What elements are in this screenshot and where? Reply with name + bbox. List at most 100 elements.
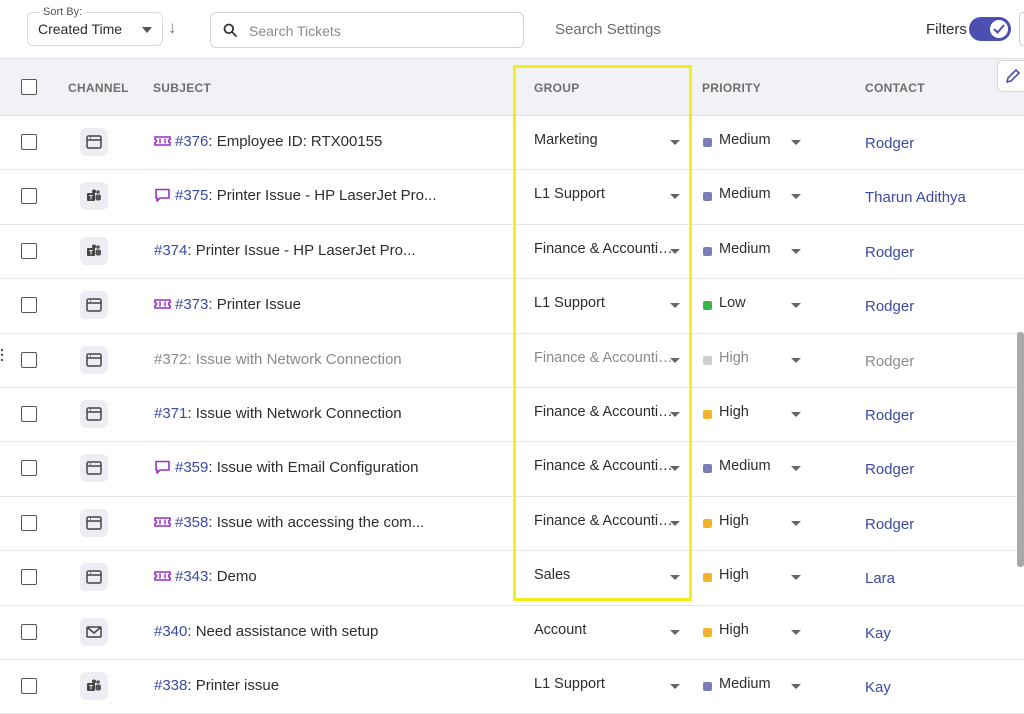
row-checkbox[interactable] [21,134,37,150]
row-checkbox[interactable] [21,405,37,422]
priority-select[interactable]: High [719,513,749,529]
contact-link[interactable]: Lara [865,570,895,587]
chevron-down-icon[interactable] [791,466,801,472]
row-checkbox[interactable] [21,242,37,259]
search-settings-link[interactable]: Search Settings [555,21,661,38]
chevron-down-icon[interactable] [670,248,680,254]
row-checkbox[interactable] [21,188,37,205]
column-header-channel[interactable]: CHANNEL [68,81,129,95]
chevron-down-icon[interactable] [670,303,680,309]
table-row[interactable]: #340: Need assistance with setup Account H… [0,606,1024,660]
chevron-down-icon[interactable] [670,575,680,581]
priority-select[interactable]: High [719,622,749,638]
group-select[interactable]: Marketing [534,132,674,148]
contact-link[interactable]: Rodger [865,353,914,370]
ticket-subject-link[interactable]: #343: Demo [154,568,257,585]
row-checkbox[interactable] [21,623,37,640]
table-row[interactable]: #372: Issue with Network Connection Finan… [0,334,1024,388]
chevron-down-icon[interactable] [791,248,801,254]
priority-select[interactable]: Medium [719,676,771,692]
chevron-down-icon[interactable] [670,683,680,689]
chevron-down-icon[interactable] [791,303,801,309]
group-select[interactable]: Finance & Accounting [534,513,674,529]
priority-select[interactable]: Medium [719,186,771,202]
chevron-down-icon[interactable] [670,466,680,472]
group-select[interactable]: L1 Support [534,186,674,202]
more-button[interactable] [1019,12,1024,46]
group-select[interactable]: Finance & Accounting [534,404,674,420]
table-row[interactable]: #376: Employee ID: RTX00155 Marketing Medi… [0,116,1024,171]
group-select[interactable]: Finance & Accounting [534,458,674,474]
ticket-subject-link[interactable]: #371: Issue with Network Connection [154,405,402,422]
chevron-down-icon[interactable] [791,411,801,417]
contact-link[interactable]: Rodger [865,298,914,315]
row-checkbox[interactable] [21,569,37,586]
chevron-down-icon[interactable] [670,194,680,200]
scrollbar[interactable] [1017,332,1024,567]
group-select[interactable]: L1 Support [534,295,674,311]
ticket-subject-link[interactable]: #358: Issue with accessing the com... [154,514,424,531]
chevron-down-icon[interactable] [791,357,801,363]
column-header-group[interactable]: GROUP [534,81,580,95]
table-row[interactable]: T #338: Printer issue L1 Support Medium Kay [0,660,1024,714]
chevron-down-icon[interactable] [791,629,801,635]
row-checkbox[interactable] [21,460,37,477]
chevron-down-icon[interactable] [791,140,801,145]
contact-link[interactable]: Rodger [865,135,914,152]
chevron-down-icon[interactable] [791,520,801,526]
drag-handle-icon[interactable] [0,348,5,362]
contact-link[interactable]: Rodger [865,244,914,261]
table-row[interactable]: #343: Demo Sales High Lara [0,551,1024,606]
column-header-priority[interactable]: PRIORITY [702,81,761,95]
chevron-down-icon[interactable] [670,520,680,526]
sort-by-select[interactable]: Sort By: Created Time [27,6,163,46]
chevron-down-icon[interactable] [791,194,801,200]
chevron-down-icon[interactable] [670,629,680,635]
ticket-subject-link[interactable]: #374: Printer Issue - HP LaserJet Pro... [154,242,416,259]
group-select[interactable]: Finance & Accounting [534,241,674,257]
group-select[interactable]: Finance & Accounting [534,350,674,366]
contact-link[interactable]: Tharun Adithya [865,189,966,206]
priority-select[interactable]: Medium [719,132,771,148]
select-all-checkbox[interactable] [21,79,37,95]
contact-link[interactable]: Kay [865,679,891,696]
edit-columns-button[interactable] [997,60,1024,92]
ticket-subject-link[interactable]: #375: Printer Issue - HP LaserJet Pro... [154,187,437,204]
table-row[interactable]: #371: Issue with Network Connection Finan… [0,388,1024,443]
contact-link[interactable]: Rodger [865,461,914,478]
filters-toggle[interactable] [969,17,1011,41]
table-row[interactable]: #359: Issue with Email Configuration Fina… [0,442,1024,497]
table-row[interactable]: T #375: Printer Issue - HP LaserJet Pro..… [0,170,1024,225]
table-row[interactable]: #373: Printer Issue L1 Support Low Rodger [0,279,1024,334]
table-row[interactable]: T #374: Printer Issue - HP LaserJet Pro..… [0,225,1024,280]
group-select[interactable]: Account [534,622,674,638]
priority-select[interactable]: High [719,350,749,366]
group-select[interactable]: L1 Support [534,676,674,692]
priority-select[interactable]: High [719,404,749,420]
row-checkbox[interactable] [21,514,37,531]
column-header-subject[interactable]: SUBJECT [153,81,211,95]
priority-select[interactable]: High [719,567,749,583]
contact-link[interactable]: Rodger [865,407,914,424]
ticket-subject-link[interactable]: #376: Employee ID: RTX00155 [154,133,382,150]
row-checkbox[interactable] [21,677,37,694]
ticket-subject-link[interactable]: #373: Printer Issue [154,296,301,313]
chevron-down-icon[interactable] [670,140,680,145]
ticket-subject-link[interactable]: #340: Need assistance with setup [154,623,378,640]
row-checkbox[interactable] [21,297,37,314]
priority-select[interactable]: Medium [719,458,771,474]
chevron-down-icon[interactable] [670,357,680,363]
contact-link[interactable]: Kay [865,625,891,642]
ticket-subject-link[interactable]: #372: Issue with Network Connection [154,351,402,368]
contact-link[interactable]: Rodger [865,516,914,533]
group-select[interactable]: Sales [534,567,674,583]
search-input[interactable] [249,21,509,41]
priority-select[interactable]: Medium [719,241,771,257]
ticket-subject-link[interactable]: #338: Printer issue [154,677,279,694]
priority-select[interactable]: Low [719,295,746,311]
chevron-down-icon[interactable] [670,411,680,417]
table-row[interactable]: #358: Issue with accessing the com... Fin… [0,497,1024,552]
column-header-contact[interactable]: CONTACT [865,81,925,95]
ticket-subject-link[interactable]: #359: Issue with Email Configuration [154,459,418,476]
chevron-down-icon[interactable] [791,683,801,689]
